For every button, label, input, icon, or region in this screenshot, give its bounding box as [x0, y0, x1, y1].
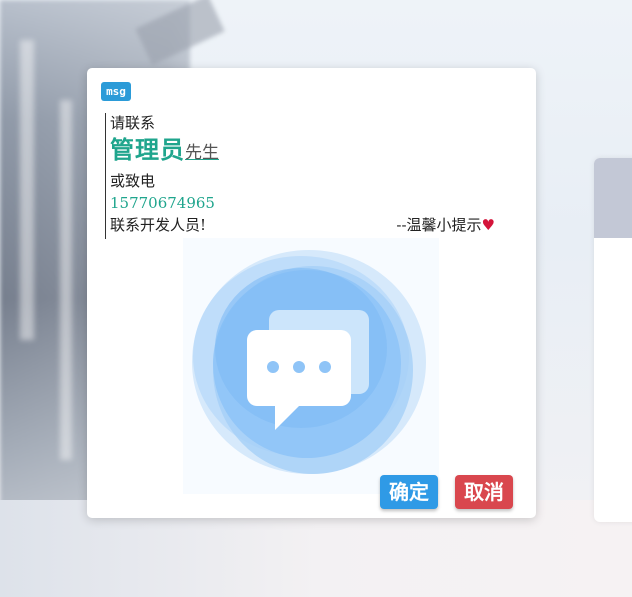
background-stripe: [60, 100, 72, 460]
contact-line: 请联系: [110, 114, 156, 132]
message-dialog: msg 请联系 管理员先生 或致电 15770674965 联系开发人员! --…: [87, 68, 536, 518]
chat-illustration: [183, 238, 439, 494]
tip-text-wrap: --温馨小提示♥: [396, 214, 495, 236]
msg-badge: msg: [101, 82, 131, 101]
background-panel: [594, 158, 632, 522]
chat-bubble-icon: [192, 250, 426, 474]
admin-line: 管理员先生: [110, 133, 515, 170]
background-panel-header: [594, 158, 632, 238]
message-content: 请联系 管理员先生 或致电 15770674965 联系开发人员! --温馨小提…: [105, 113, 515, 239]
tip-text: --温馨小提示: [396, 216, 482, 234]
admin-text: 管理员: [110, 135, 185, 164]
phone-number: 15770674965: [110, 194, 215, 212]
background-stripe: [20, 40, 34, 340]
confirm-button[interactable]: 确定: [380, 475, 438, 509]
developer-text: 联系开发人员!: [110, 216, 207, 234]
sir-text: 先生: [185, 143, 219, 163]
call-line: 或致电: [110, 172, 156, 190]
developer-line: 联系开发人员! --温馨小提示♥: [110, 214, 515, 236]
heart-icon: ♥: [481, 216, 495, 234]
cancel-button[interactable]: 取消: [455, 475, 513, 509]
